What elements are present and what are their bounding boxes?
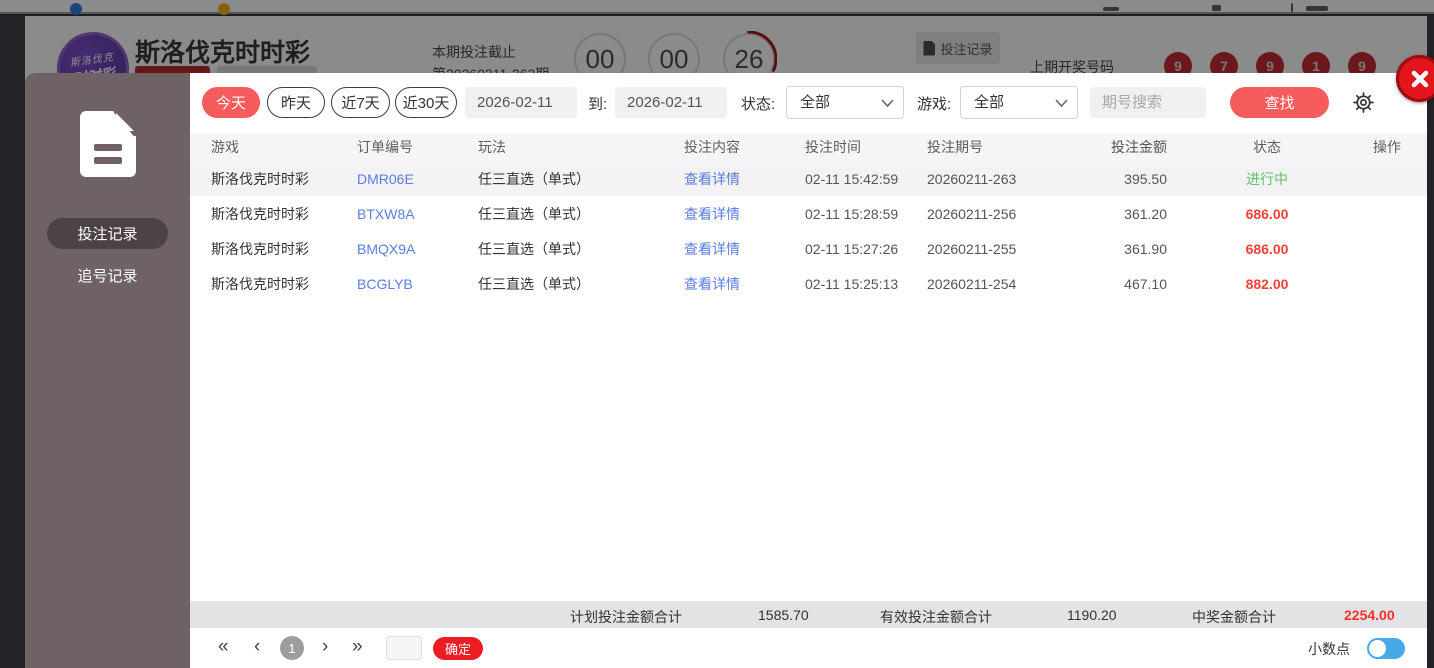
status-select[interactable]: 全部 <box>786 86 904 119</box>
range-30days-button[interactable]: 近30天 <box>395 87 457 118</box>
plan-total-label: 计划投注金额合计 <box>570 609 682 625</box>
status-badge: 686.00 <box>1245 240 1289 257</box>
order-id-link[interactable]: BTXW8A <box>357 206 478 222</box>
toggle-knob <box>1369 640 1386 657</box>
chevron-down-icon <box>881 99 894 107</box>
cell-game: 斯洛伐克时时彩 <box>211 240 309 257</box>
cell-game: 斯洛伐克时时彩 <box>211 170 309 187</box>
order-id-link[interactable]: BMQX9A <box>357 241 478 257</box>
sidebar-item-bet-records[interactable]: 投注记录 <box>47 218 168 249</box>
filter-bar: 今天 昨天 近7天 近30天 2026-02-11 到: 2026-02-11 … <box>190 86 1427 120</box>
game-label: 游戏: <box>917 96 952 113</box>
decimal-label: 小数点 <box>1308 641 1350 657</box>
cell-amount: 467.10 <box>1124 275 1167 292</box>
decimal-toggle[interactable] <box>1367 638 1405 659</box>
view-details-link[interactable]: 查看详情 <box>684 169 805 189</box>
cell-amount: 361.90 <box>1124 240 1167 257</box>
screen: 斯洛伐克 时时彩 斯洛伐克时时彩 本期投注截止 第20260211-263期 0… <box>0 0 1434 668</box>
col-game: 游戏 <box>211 139 239 155</box>
plan-total-value: 1585.70 <box>758 607 809 623</box>
status-select-value: 全部 <box>800 94 831 111</box>
col-order-id: 订单编号 <box>357 139 413 155</box>
next-page-button[interactable]: › <box>322 635 328 659</box>
cell-play: 任三直选（单式） <box>478 275 590 292</box>
table-row: 斯洛伐克时时彩 DMR06E 任三直选（单式） 查看详情 02-11 15:42… <box>190 161 1427 196</box>
range-today-button[interactable]: 今天 <box>202 87 260 118</box>
win-total-label: 中奖金额合计 <box>1192 609 1276 625</box>
cell-play: 任三直选（单式） <box>478 170 590 187</box>
col-time: 投注时间 <box>805 139 861 155</box>
status-badge: 进行中 <box>1246 170 1288 187</box>
view-details-link[interactable]: 查看详情 <box>684 239 805 259</box>
cell-period: 20260211-263 <box>927 170 1017 187</box>
date-to-input[interactable]: 2026-02-11 <box>615 87 727 118</box>
modal-sidebar: 投注记录 追号记录 <box>25 73 190 668</box>
period-search-input[interactable]: 期号搜索 <box>1090 87 1206 118</box>
last-page-button[interactable]: » <box>352 635 363 659</box>
win-total-value: 2254.00 <box>1344 607 1395 623</box>
summary-bar: 计划投注金额合计 1585.70 有效投注金额合计 1190.20 中奖金额合计… <box>190 601 1427 628</box>
confirm-page-button[interactable]: 确定 <box>433 637 483 660</box>
records-document-icon <box>80 111 136 177</box>
cell-amount: 361.20 <box>1124 205 1167 222</box>
col-action: 操作 <box>1373 139 1401 155</box>
range-yesterday-button[interactable]: 昨天 <box>267 87 325 118</box>
modal-content: 今天 昨天 近7天 近30天 2026-02-11 到: 2026-02-11 … <box>190 73 1427 668</box>
cell-play: 任三直选（单式） <box>478 205 590 222</box>
table-row: 斯洛伐克时时彩 BCGLYB 任三直选（单式） 查看详情 02-11 15:25… <box>190 266 1427 301</box>
order-id-link[interactable]: DMR06E <box>357 171 478 187</box>
cell-play: 任三直选（单式） <box>478 240 590 257</box>
cell-period: 20260211-256 <box>927 205 1017 222</box>
order-id-link[interactable]: BCGLYB <box>357 276 478 292</box>
prev-page-button[interactable]: ‹ <box>254 635 260 659</box>
cell-time: 02-11 15:42:59 <box>805 170 899 187</box>
cell-period: 20260211-254 <box>927 275 1017 292</box>
bet-records-modal: 投注记录 追号记录 今天 昨天 近7天 近30天 2026-02-11 到: 2… <box>25 73 1427 668</box>
view-details-link[interactable]: 查看详情 <box>684 204 805 224</box>
chevron-down-icon <box>1055 99 1068 107</box>
to-label: 到: <box>588 96 608 113</box>
find-button[interactable]: 查找 <box>1230 87 1329 118</box>
col-period: 投注期号 <box>927 139 983 155</box>
game-select-value: 全部 <box>974 94 1005 111</box>
col-status: 状态 <box>1253 139 1281 155</box>
status-badge: 882.00 <box>1245 275 1289 292</box>
date-from-input[interactable]: 2026-02-11 <box>465 87 577 118</box>
goto-page-input[interactable] <box>386 636 422 660</box>
col-amount: 投注金额 <box>1111 139 1167 155</box>
close-icon <box>1411 70 1428 87</box>
first-page-button[interactable]: « <box>218 635 229 659</box>
valid-total-label: 有效投注金额合计 <box>880 609 992 625</box>
cell-period: 20260211-255 <box>927 240 1017 257</box>
status-badge: 686.00 <box>1245 205 1289 222</box>
range-7days-button[interactable]: 近7天 <box>331 87 390 118</box>
valid-total-value: 1190.20 <box>1067 607 1117 623</box>
current-page-button[interactable]: 1 <box>280 636 304 660</box>
cell-time: 02-11 15:27:26 <box>805 240 899 257</box>
cell-time: 02-11 15:25:13 <box>805 275 899 292</box>
cell-game: 斯洛伐克时时彩 <box>211 275 309 292</box>
col-play: 玩法 <box>478 139 506 155</box>
view-details-link[interactable]: 查看详情 <box>684 274 805 294</box>
col-content: 投注内容 <box>684 139 740 155</box>
game-select[interactable]: 全部 <box>960 86 1078 119</box>
table-header: 游戏 订单编号 玩法 投注内容 投注时间 投注期号 投注金额 状态 操作 <box>190 133 1427 161</box>
pagination-bar: « ‹ 1 › » 确定 小数点 <box>190 628 1427 668</box>
settings-gear-icon[interactable] <box>1350 89 1377 116</box>
cell-amount: 395.50 <box>1124 170 1167 187</box>
table-row: 斯洛伐克时时彩 BMQX9A 任三直选（单式） 查看详情 02-11 15:27… <box>190 231 1427 266</box>
table-row: 斯洛伐克时时彩 BTXW8A 任三直选（单式） 查看详情 02-11 15:28… <box>190 196 1427 231</box>
status-label: 状态: <box>741 96 776 113</box>
cell-game: 斯洛伐克时时彩 <box>211 205 309 222</box>
sidebar-item-chase-records[interactable]: 追号记录 <box>25 265 190 286</box>
cell-time: 02-11 15:28:59 <box>805 205 899 222</box>
